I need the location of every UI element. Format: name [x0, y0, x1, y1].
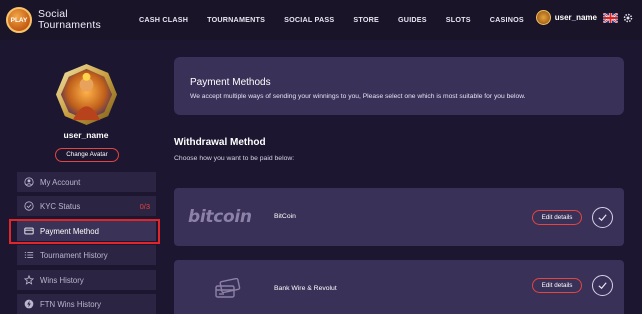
- check-icon: [598, 282, 607, 290]
- bitcoin-logo: bitcoin: [188, 188, 252, 246]
- select-method-button[interactable]: [592, 207, 613, 228]
- user-icon: [24, 177, 34, 187]
- withdrawal-method-subtitle: Choose how you want to be paid below:: [174, 155, 295, 162]
- logo-line-2: Tournaments: [38, 19, 101, 31]
- withdrawal-method-title: Withdrawal Method: [174, 137, 266, 148]
- sidebar-item-my-account[interactable]: My Account: [17, 172, 156, 192]
- sidebar-item-wins-history[interactable]: Wins History: [17, 270, 156, 290]
- nav-store[interactable]: STORE: [353, 15, 379, 24]
- sidebar-item-label: My Account: [40, 177, 81, 187]
- sidebar-item-label: Tournament History: [40, 250, 108, 260]
- avatar[interactable]: [535, 10, 551, 25]
- edit-details-button[interactable]: Edit details: [532, 278, 582, 293]
- top-header: PLAY Social Tournaments CASH CLASH TOURN…: [0, 0, 642, 40]
- bank-logo: [214, 260, 242, 314]
- method-name: Bank Wire & Revolut: [274, 285, 337, 292]
- logo-text: Social Tournaments: [38, 9, 101, 31]
- nav-tournaments[interactable]: TOURNAMENTS: [207, 15, 265, 24]
- sidebar-item-tournament-history[interactable]: Tournament History: [17, 245, 156, 265]
- list-icon: [24, 252, 34, 258]
- sidebar-item-label: KYC Status: [40, 201, 81, 211]
- header-username[interactable]: user_name: [555, 13, 597, 22]
- payment-method-card-bitcoin[interactable]: bitcoin BitCoin Edit details: [174, 188, 624, 246]
- select-method-button[interactable]: [592, 275, 613, 296]
- bitcoin-logo-text: bitcoin: [188, 207, 252, 227]
- gear-icon[interactable]: [622, 12, 634, 24]
- payment-methods-info-card: Payment Methods We accept multiple ways …: [174, 57, 624, 115]
- profile-avatar[interactable]: [55, 63, 118, 126]
- account-sidebar: user_name Change Avatar My Account KYC S…: [0, 40, 166, 314]
- star-icon: [24, 275, 34, 285]
- nav-social-pass[interactable]: SOCIAL PASS: [284, 15, 334, 24]
- sidebar-item-kyc-status[interactable]: KYC Status 0/3: [17, 196, 156, 216]
- profile-username: user_name: [63, 130, 109, 140]
- lightning-icon: [24, 299, 34, 309]
- edit-details-button[interactable]: Edit details: [532, 210, 582, 225]
- sidebar-item-label: Wins History: [40, 275, 84, 285]
- selected-item-highlight: [9, 219, 160, 244]
- kyc-count-badge: 0/3: [139, 201, 150, 211]
- info-card-title: Payment Methods: [190, 77, 271, 88]
- sidebar-item-label: FTN Wins History: [40, 299, 102, 309]
- play-logo-icon: PLAY: [6, 7, 32, 33]
- info-card-description: We accept multiple ways of sending your …: [190, 93, 526, 100]
- site-logo[interactable]: PLAY Social Tournaments: [6, 7, 101, 33]
- main-nav: CASH CLASH TOURNAMENTS SOCIAL PASS STORE…: [139, 15, 543, 24]
- nav-slots[interactable]: SLOTS: [446, 15, 471, 24]
- nav-casinos[interactable]: CASINOS: [490, 15, 524, 24]
- uk-flag-icon[interactable]: [603, 12, 618, 23]
- method-name: BitCoin: [274, 213, 296, 220]
- payment-method-card-bank[interactable]: Bank Wire & Revolut Edit details: [174, 260, 624, 314]
- bank-cards-icon: [215, 278, 241, 298]
- change-avatar-button[interactable]: Change Avatar: [55, 148, 119, 162]
- kyc-icon: [24, 201, 34, 211]
- user-menu[interactable]: user_name: [535, 10, 634, 25]
- nav-cash-clash[interactable]: CASH CLASH: [139, 15, 188, 24]
- check-icon: [598, 214, 607, 222]
- sidebar-item-ftn-wins-history[interactable]: FTN Wins History: [17, 294, 156, 314]
- nav-guides[interactable]: GUIDES: [398, 15, 427, 24]
